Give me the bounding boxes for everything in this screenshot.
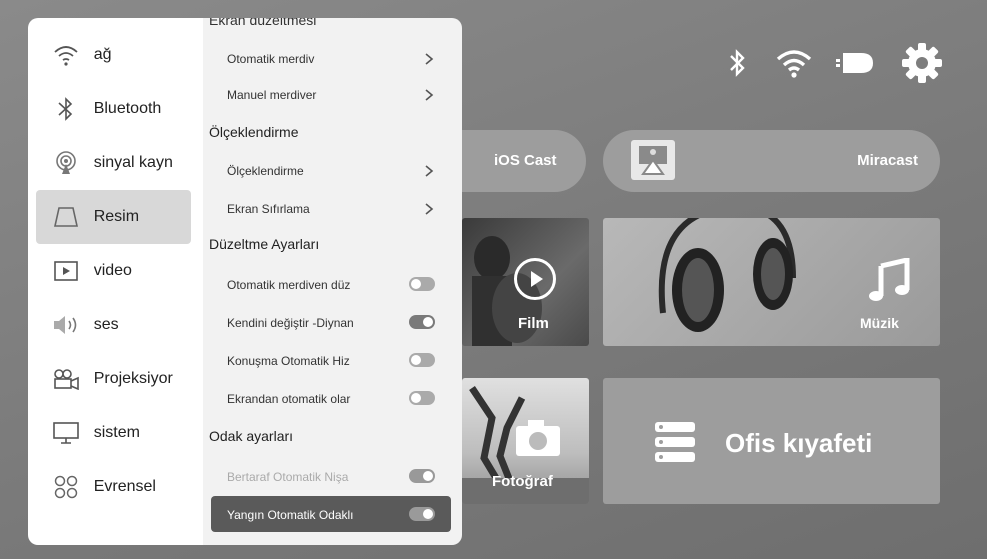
picture-icon	[46, 202, 86, 232]
office-tile[interactable]: Ofis kıyafeti	[603, 378, 940, 504]
toggle-switch[interactable]	[409, 315, 435, 329]
setting-label: Otomatik merdiven düz	[227, 278, 351, 292]
music-label: Müzik	[860, 315, 899, 331]
setting-row[interactable]: Ekran Sıfırlama	[203, 190, 462, 226]
section-label: Düzeltme Ayarları	[209, 236, 320, 252]
menu-item-system[interactable]: sistem	[36, 406, 191, 460]
camera-icon	[514, 418, 564, 458]
setting-label: Kendini değiştir -Diynan	[227, 316, 354, 330]
menu-item-sound[interactable]: ses	[36, 298, 191, 352]
music-tile[interactable]: Müzik	[603, 218, 940, 346]
music-note-icon	[863, 256, 913, 304]
play-icon	[514, 258, 556, 300]
toggle-switch[interactable]	[409, 353, 435, 367]
setting-row[interactable]: Kendini değiştir -Diynan	[203, 304, 462, 340]
menu-item-picture[interactable]: Resim	[36, 190, 191, 244]
picture-settings-panel: Ekran düzeltmesi Otomatik merdiv Manuel …	[203, 18, 462, 545]
setting-row[interactable]: Konuşma Otomatik Hiz	[203, 342, 462, 378]
chevron-right-icon	[425, 89, 434, 101]
settings-gear-icon[interactable]	[897, 40, 947, 86]
setting-row[interactable]: Manuel merdiver	[203, 76, 462, 112]
toggle-switch[interactable]	[409, 277, 435, 291]
menu-item-network[interactable]: ağ	[36, 28, 191, 82]
menu-item-label: Evrensel	[93, 478, 156, 495]
section-cut-header: Ekran düzeltmesi	[209, 18, 317, 28]
toggle-switch[interactable]	[409, 469, 435, 483]
miracast-icon	[631, 140, 675, 180]
menu-item-label: Bluetooth	[93, 100, 162, 117]
office-label: Ofis kıyafeti	[725, 428, 873, 458]
monitor-icon	[46, 418, 86, 448]
setting-label: Ölçeklendirme	[227, 164, 304, 178]
universal-icon	[46, 472, 86, 502]
section-header: Düzeltme Ayarları	[203, 226, 462, 262]
menu-item-label: ses	[93, 316, 119, 333]
menu-item-label: Projeksiyor	[93, 370, 173, 387]
miracast-label: Miracast	[857, 152, 918, 169]
toggle-switch[interactable]	[409, 391, 435, 405]
settings-menu: ağ Bluetooth sinyal kayn Resim video ses…	[28, 18, 203, 545]
toggle-switch[interactable]	[409, 507, 435, 521]
ios-cast-label: iOS Cast	[494, 152, 557, 169]
menu-item-signal-source[interactable]: sinyal kayn	[36, 136, 191, 190]
bluetooth-icon	[46, 94, 86, 124]
setting-label: Yangın Otomatik Odaklı	[227, 508, 354, 522]
menu-item-label: sistem	[93, 424, 140, 441]
section-header: Ölçeklendirme	[203, 114, 462, 150]
setting-row[interactable]: Otomatik merdiv	[203, 40, 462, 76]
film-label: Film	[518, 315, 549, 332]
menu-item-label: video	[93, 262, 132, 279]
menu-item-universal[interactable]: Evrensel	[36, 460, 191, 514]
chevron-right-icon	[425, 53, 434, 65]
input-source-icon	[834, 40, 878, 86]
section-label: Ölçeklendirme	[209, 124, 299, 140]
miracast-tile[interactable]: Miracast	[603, 130, 940, 192]
chevron-right-icon	[425, 165, 434, 177]
menu-item-label: sinyal kayn	[93, 154, 173, 171]
setting-label: Ekrandan otomatik olar	[227, 392, 351, 406]
setting-row[interactable]: Ölçeklendirme	[203, 152, 462, 188]
setting-label: Manuel merdiver	[227, 88, 317, 102]
photo-tile[interactable]: Fotoğraf	[462, 378, 589, 504]
menu-item-bluetooth[interactable]: Bluetooth	[36, 82, 191, 136]
setting-row[interactable]: Ekrandan otomatik olar	[203, 380, 462, 416]
chevron-right-icon	[425, 203, 434, 215]
setting-label: Ekran Sıfırlama	[227, 202, 310, 216]
projector-icon	[46, 364, 86, 394]
wifi-icon	[46, 40, 86, 70]
setting-label: Konuşma Otomatik Hiz	[227, 354, 350, 368]
section-header: Odak ayarları	[203, 418, 462, 454]
setting-label: Bertaraf Otomatik Nişa	[227, 470, 349, 484]
setting-label: Otomatik merdiv	[227, 52, 315, 66]
menu-item-label: Resim	[93, 208, 140, 225]
video-icon	[46, 256, 86, 286]
setting-row[interactable]: Bertaraf Otomatik Nişa	[203, 458, 462, 494]
wifi-icon	[774, 40, 814, 86]
signal-source-icon	[46, 148, 86, 178]
photo-label: Fotoğraf	[492, 473, 553, 490]
status-bar	[722, 40, 947, 86]
film-tile[interactable]: Film	[462, 218, 589, 346]
section-label: Odak ayarları	[209, 428, 294, 444]
setting-row-selected[interactable]: Yangın Otomatik Odaklı	[211, 496, 451, 532]
sound-icon	[46, 310, 86, 340]
menu-item-label: ağ	[93, 46, 112, 63]
bluetooth-icon	[722, 40, 752, 86]
menu-item-video[interactable]: video	[36, 244, 191, 298]
setting-row[interactable]: Otomatik merdiven düz	[203, 266, 462, 302]
menu-item-projector[interactable]: Projeksiyor	[36, 352, 191, 406]
office-stack-icon	[653, 420, 697, 464]
